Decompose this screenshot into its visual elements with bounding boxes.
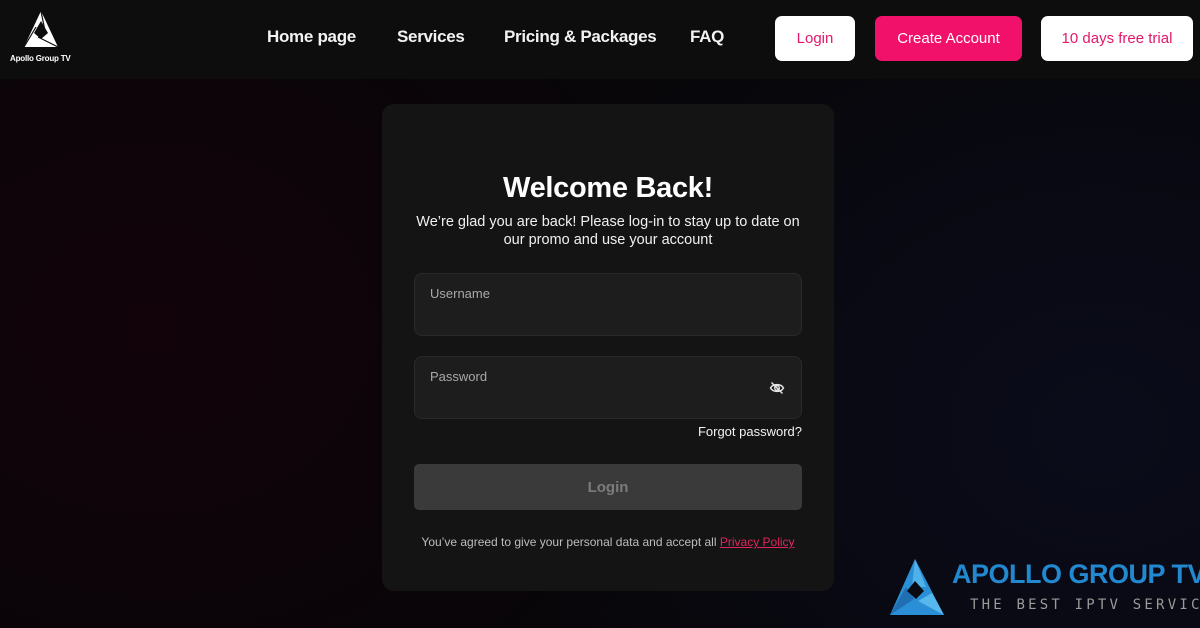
- watermark-tagline: THE BEST IPTV SERVICE: [970, 597, 1200, 613]
- aperture-triangle-icon: [890, 559, 944, 615]
- privacy-agreement: You’ve agreed to give your personal data…: [382, 535, 834, 549]
- login-subtitle: We’re glad you are back! Please log-in t…: [416, 214, 800, 248]
- watermark-logo: APOLLO GROUP TV THE BEST IPTV SERVICE: [888, 557, 1200, 619]
- header-login-button[interactable]: Login: [775, 16, 855, 61]
- privacy-policy-link[interactable]: Privacy Policy: [720, 535, 795, 549]
- login-card: Welcome Back! We’re glad you are back! P…: [382, 104, 834, 591]
- nav-services[interactable]: Services: [397, 27, 465, 47]
- eye-off-icon[interactable]: [769, 380, 785, 396]
- password-label: Password: [430, 369, 488, 384]
- create-account-button[interactable]: Create Account: [875, 16, 1022, 61]
- nav-faq[interactable]: FAQ: [690, 27, 724, 47]
- username-label: Username: [430, 286, 490, 301]
- brand-name: Apollo Group TV: [10, 54, 71, 63]
- watermark-title: APOLLO GROUP TV: [952, 559, 1200, 589]
- brand-logo[interactable]: Apollo Group TV: [8, 9, 74, 67]
- login-submit-button[interactable]: Login: [414, 464, 802, 510]
- nav-pricing-packages[interactable]: Pricing & Packages: [504, 27, 657, 47]
- page-title: Welcome Back!: [503, 172, 713, 204]
- forgot-password-link[interactable]: Forgot password?: [698, 424, 802, 439]
- nav-home-page[interactable]: Home page: [267, 27, 356, 47]
- free-trial-button[interactable]: 10 days free trial: [1041, 16, 1193, 61]
- top-navigation-bar: Apollo Group TV Home page Services Prici…: [0, 0, 1200, 79]
- username-input[interactable]: [430, 306, 770, 328]
- password-input[interactable]: [430, 389, 770, 411]
- agreement-text: You’ve agreed to give your personal data…: [421, 535, 717, 549]
- aperture-triangle-icon: [23, 10, 59, 48]
- username-field[interactable]: Username: [414, 273, 802, 336]
- password-field[interactable]: Password: [414, 356, 802, 419]
